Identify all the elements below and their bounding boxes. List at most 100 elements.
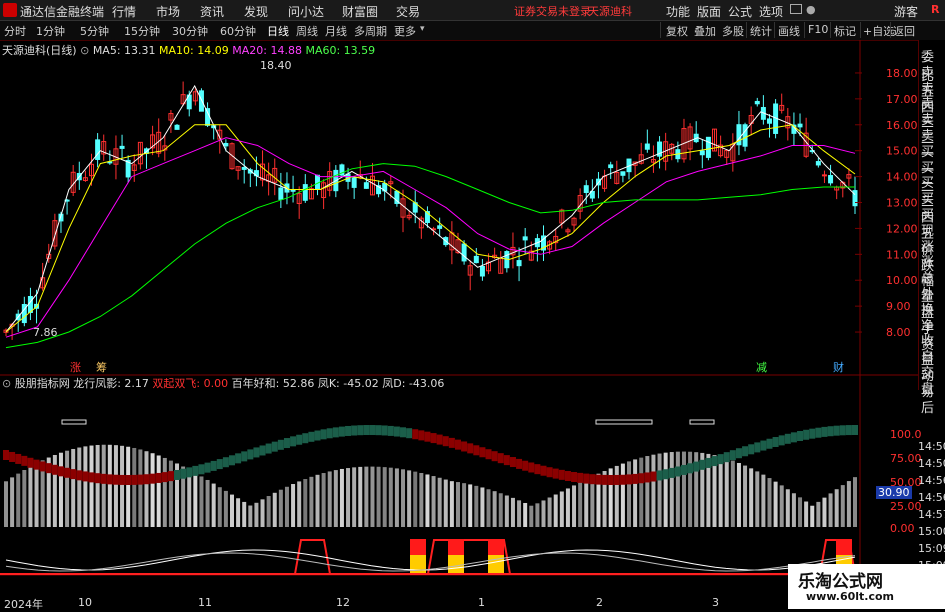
menu-gongshi[interactable]: 公式 xyxy=(728,3,752,20)
indicator-ribbon xyxy=(247,449,254,460)
indicator-ribbon xyxy=(552,468,559,479)
period-multi[interactable]: 多周期 xyxy=(354,23,387,39)
indicator-bar xyxy=(394,468,399,527)
period-1min[interactable]: 1分钟 xyxy=(36,23,65,39)
indicator-ribbon xyxy=(125,474,132,485)
menu-hangqing[interactable]: 行情 xyxy=(112,3,136,20)
guest-label[interactable]: 游客 xyxy=(894,3,918,20)
period-daily[interactable]: 日线 xyxy=(267,23,289,39)
btn-f10[interactable]: F10 xyxy=(808,23,828,36)
ind-axis-0: 0.00 xyxy=(890,522,915,535)
jian-marker[interactable]: 减 xyxy=(756,359,767,375)
zhang-marker[interactable]: 涨 xyxy=(70,359,81,375)
menu-gongneng[interactable]: 功能 xyxy=(666,3,690,20)
period-weekly[interactable]: 周线 xyxy=(296,23,318,39)
period-5min[interactable]: 5分钟 xyxy=(80,23,109,39)
btn-biaoji[interactable]: 标记 xyxy=(834,23,856,39)
menu-caifuquan[interactable]: 财富圈 xyxy=(342,3,378,20)
quote-side-panel: 委比 卖五 卖四 卖三 卖二 卖一 买一 买二 买三 买四 买五 现价 涨跌 涨幅 总量 外盘 换手 净资 收益 自动… xyxy=(918,40,945,416)
indicator-bar xyxy=(65,450,70,527)
period-15min[interactable]: 15分钟 xyxy=(124,23,160,39)
indicator-ribbon xyxy=(509,457,516,468)
btn-back[interactable]: 返回 xyxy=(893,23,915,39)
indicator-bar xyxy=(749,468,754,527)
candle-body xyxy=(516,260,522,267)
cai-marker[interactable]: 财 xyxy=(833,359,844,375)
indicator-ribbon xyxy=(558,469,565,480)
candle-body xyxy=(705,136,711,158)
header-stock: 天源迪科 xyxy=(2,44,46,57)
indicator-bar xyxy=(144,451,149,527)
indicator-ribbon xyxy=(149,473,156,484)
indicator-bar xyxy=(254,502,259,527)
indicator-ribbon xyxy=(198,464,205,475)
ma-toggle-icon[interactable]: ⊙ xyxy=(80,44,89,57)
time-label: 15:00 xyxy=(918,525,945,538)
menu-xuanxiang[interactable]: 选项 xyxy=(759,3,783,20)
menu-banmian[interactable]: 版面 xyxy=(697,3,721,20)
signal-marker xyxy=(689,419,715,425)
candle-body xyxy=(119,145,125,149)
indicator-bar xyxy=(4,481,8,527)
indicator-bar xyxy=(236,498,241,527)
btn-duogu[interactable]: 多股 xyxy=(722,23,744,39)
indicator-ribbon xyxy=(192,465,199,476)
indicator-toggle-icon[interactable]: ⊙ xyxy=(2,377,11,390)
menu-shichang[interactable]: 市场 xyxy=(156,3,180,20)
indicator-bar xyxy=(755,471,760,527)
candle-body xyxy=(351,177,357,188)
indicator-name[interactable]: 股朋指标网 xyxy=(15,377,70,390)
ind-axis-100: 100.0 xyxy=(890,428,922,441)
watermark: 乐淘公式网 www.60lt.com xyxy=(788,564,945,609)
indicator-bar xyxy=(535,503,540,527)
indicator-bar xyxy=(34,463,39,527)
indicator-l1: 龙行凤影: 2.17 xyxy=(73,377,149,390)
btn-tongji[interactable]: 统计 xyxy=(750,23,772,39)
btn-huaxian[interactable]: 画线 xyxy=(778,23,800,39)
signal-box-yellow xyxy=(488,555,504,573)
candle-body xyxy=(241,166,247,170)
menu-jiaoyi[interactable]: 交易 xyxy=(396,3,420,20)
candle-body xyxy=(223,142,229,147)
indicator-l4: 凤K: -45.02 xyxy=(317,377,379,390)
menu-wenxiaoda[interactable]: 问小达 xyxy=(288,3,324,20)
indicator-bar xyxy=(223,490,228,527)
indicator-ribbon xyxy=(320,429,327,440)
indicator-bar xyxy=(620,463,625,527)
period-fenshi[interactable]: 分时 xyxy=(4,23,26,39)
indicator-ribbon xyxy=(693,461,700,472)
indicator-bar xyxy=(681,451,686,527)
menu-zixun[interactable]: 资讯 xyxy=(200,3,224,20)
indicator-ribbon xyxy=(674,466,681,477)
indicator-ribbon xyxy=(729,450,736,461)
indicator-bar xyxy=(565,488,570,527)
indicator-ribbon xyxy=(748,444,755,455)
menu-faxian[interactable]: 发现 xyxy=(244,3,268,20)
indicator-ribbon xyxy=(797,431,804,442)
indicator-ribbon xyxy=(70,469,77,480)
indicator-bar xyxy=(187,469,192,527)
login-warning[interactable]: 证券交易未登录 xyxy=(514,3,591,19)
ma10-label: MA10: 14.09 xyxy=(159,44,229,57)
indicator-bar xyxy=(645,456,650,527)
period-60min[interactable]: 60分钟 xyxy=(220,23,256,39)
period-more[interactable]: 更多 xyxy=(394,23,416,39)
candle-body xyxy=(583,185,589,193)
chevron-down-icon[interactable]: ▾ xyxy=(420,24,425,34)
kline-chart[interactable]: 18.0017.0016.0015.0014.0013.0012.0011.00… xyxy=(0,40,945,609)
btn-fuquan[interactable]: 复权 xyxy=(666,23,688,39)
message-icon[interactable] xyxy=(790,4,802,14)
indicator-ribbon xyxy=(790,432,797,443)
indicator-ribbon xyxy=(259,445,266,456)
quote-panel-item[interactable]: 盘后 xyxy=(921,378,945,416)
indicator-ribbon xyxy=(338,426,345,437)
ma-line-ma60 xyxy=(5,163,855,349)
candle-body xyxy=(608,164,614,169)
indicator-l3: 百年好和: 52.86 xyxy=(231,377,315,390)
btn-diejia[interactable]: 叠加 xyxy=(694,23,716,39)
user-icon[interactable]: ● xyxy=(806,3,816,16)
indicator-bar xyxy=(547,497,552,527)
period-monthly[interactable]: 月线 xyxy=(325,23,347,39)
chou-marker[interactable]: 筹 xyxy=(96,359,107,375)
period-30min[interactable]: 30分钟 xyxy=(172,23,208,39)
